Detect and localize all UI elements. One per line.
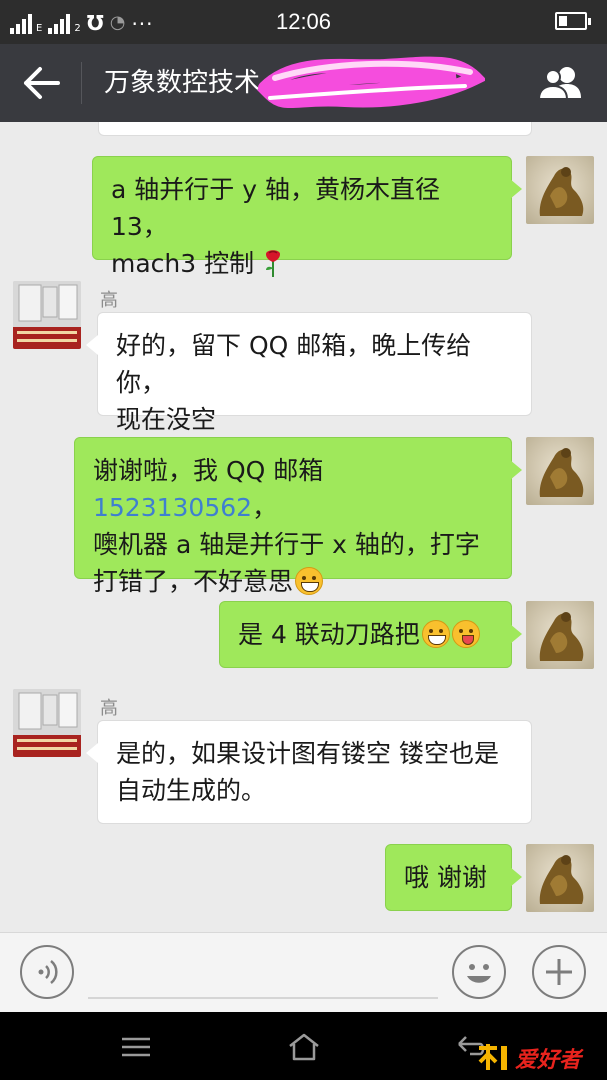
message-input[interactable] [88,997,438,999]
my-avatar[interactable] [526,437,594,505]
message-text: 谢谢啦，我 QQ 邮箱 [93,456,324,485]
message-bubble[interactable]: 是 4 联动刀路把 [219,601,522,668]
grin-emoji-icon [421,620,450,648]
message-text: 好的，留下 QQ 邮箱，晚上传给你， [116,331,472,397]
emoji-button[interactable] [452,945,506,999]
message-text: 打错了，不好意思 [93,567,294,596]
message-text: 是的，如果设计图有镂空 镂空也是 [116,739,499,768]
my-avatar[interactable] [526,844,594,912]
site-watermark-logo: 爱好者 [478,1044,584,1073]
message-text: mach3 控制 [111,249,255,278]
watermark-text: 爱好者 [515,1048,584,1073]
voice-button[interactable] [20,945,74,999]
chat-header: 万象数控技术 [0,44,607,122]
people-icon[interactable] [537,64,585,100]
wink-tongue-emoji-icon [451,620,480,648]
message-text: 噢机器 a 轴是并行于 x 轴的，打字 [93,530,480,559]
header-divider [81,62,82,104]
rose-emoji-icon [266,250,281,277]
statue-avatar-icon [539,612,584,661]
chat-title: 万象数控技术 [104,68,261,98]
battery-icon [555,12,591,30]
qq-number-link[interactable]: 1523130562 [93,493,252,522]
clock: 12:06 [275,9,332,34]
home-icon[interactable] [287,1032,321,1062]
input-bar [0,932,607,1012]
arrow-left-icon[interactable] [22,64,62,102]
contact-avatar[interactable] [13,281,81,349]
message-text: 现在没空 [116,405,217,434]
menu-icon[interactable] [120,1036,152,1058]
message-text-line: 是 4 联动刀路把 [238,616,493,653]
message-bubble[interactable]: 谢谢啦，我 QQ 邮箱 1523130562， 噢机器 a 轴是并行于 x 轴的… [74,437,522,596]
message-text: 是 4 联动刀路把 [238,620,420,649]
plus-icon [546,959,572,985]
voice-icon [38,960,58,984]
statue-avatar-icon [539,855,584,904]
my-avatar[interactable] [526,156,594,224]
partial-message-bubble [98,122,532,136]
message-bubble[interactable]: 好的，留下 QQ 邮箱，晚上传给你， 现在没空 [86,312,532,434]
machine-avatar-icon [13,281,81,349]
statue-avatar-icon [539,448,584,497]
smiley-icon [467,964,491,983]
contact-avatar[interactable] [13,689,81,757]
message-text-line: 谢谢啦，我 QQ 邮箱 1523130562， [93,452,493,526]
redaction-scribble [257,56,485,109]
statue-avatar-icon [539,167,584,216]
message-bubble[interactable]: a 轴并行于 y 轴，黄杨木直径 13， mach3 控制 [92,156,522,278]
message-bubble[interactable]: 哦 谢谢 [385,844,522,911]
message-text-line: 打错了，不好意思 [93,563,493,600]
more-button[interactable] [532,945,586,999]
status-bar: E 2 Ʊ ◔ ··· 12:06 [0,0,607,44]
message-text: ， [252,493,278,522]
message-text-line: mach3 控制 [111,245,493,282]
machine-avatar-icon [13,689,81,757]
message-text: 哦 谢谢 [404,863,487,892]
message-bubble[interactable]: 是的，如果设计图有镂空 镂空也是 自动生成的。 [86,720,532,824]
system-nav-bar: 爱好者 [0,1012,607,1080]
message-text: a 轴并行于 y 轴，黄杨木直径 13， [111,175,440,241]
grin-emoji-icon [295,567,324,595]
message-text: 自动生成的。 [116,776,267,805]
my-avatar[interactable] [526,601,594,669]
